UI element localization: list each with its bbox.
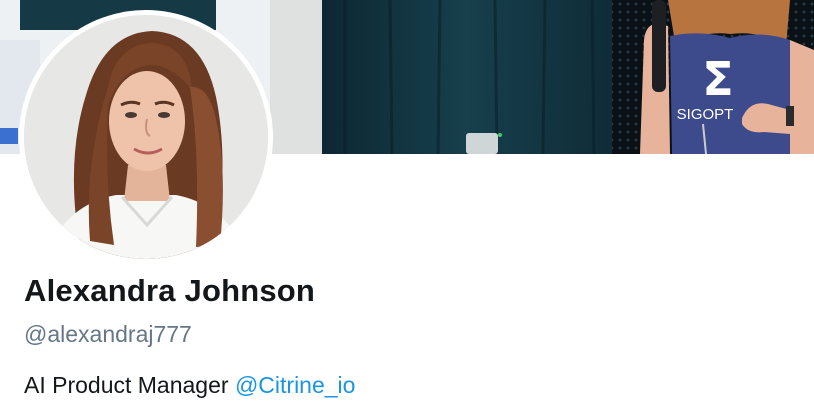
profile-header: Σ SIGOPT Alexandra Johnson @alexandraj77… [0, 0, 814, 406]
bio-mention-link[interactable]: @Citrine_io [235, 372, 356, 398]
avatar-photo [24, 15, 268, 259]
profile-bio: AI Product Manager @Citrine_io [24, 372, 355, 399]
avatar[interactable] [24, 15, 268, 259]
profile-display-name: Alexandra Johnson [24, 273, 316, 308]
bio-text: AI Product Manager [24, 372, 229, 398]
shirt-logo-text: SIGOPT [677, 106, 734, 123]
shirt-sigma-mark: Σ [702, 52, 733, 106]
profile-handle: @alexandraj777 [24, 321, 192, 347]
